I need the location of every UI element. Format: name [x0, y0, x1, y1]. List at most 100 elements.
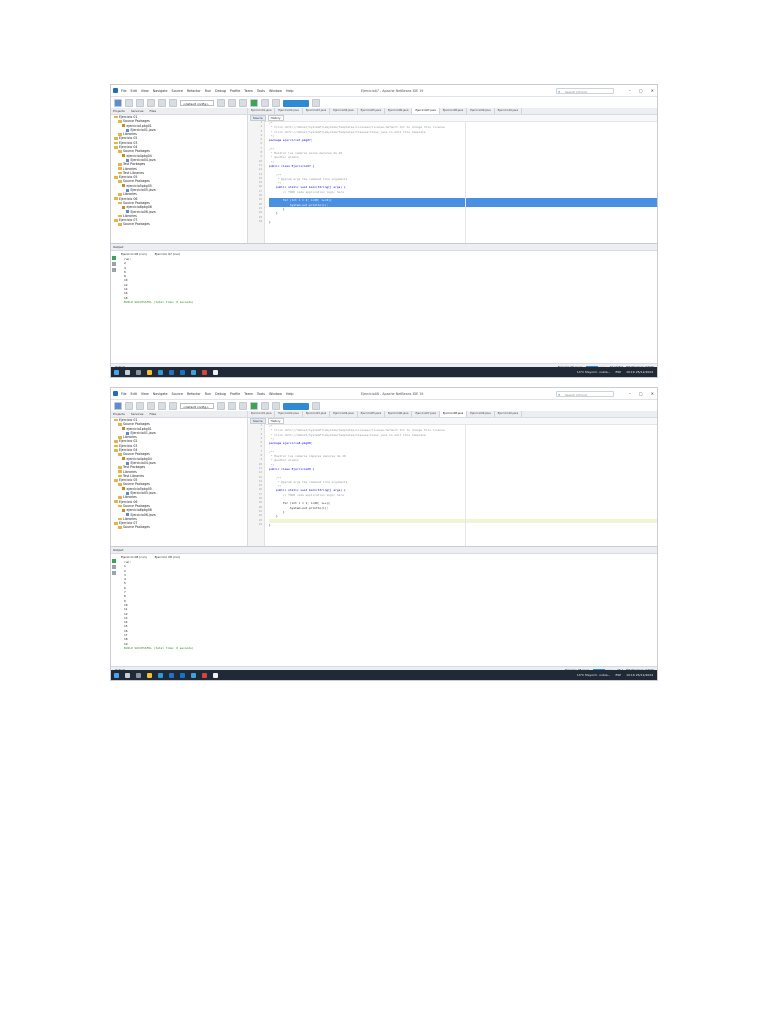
netbeans-task-icon[interactable]	[213, 369, 218, 375]
file-tab[interactable]: Ejercicio04.java	[330, 108, 358, 114]
menu-item[interactable]: Run	[205, 89, 211, 93]
settings-icon[interactable]	[217, 402, 225, 410]
mail-icon[interactable]	[180, 672, 185, 678]
menu-item[interactable]: Profile	[230, 89, 240, 93]
menu-item[interactable]: Source	[172, 392, 183, 396]
rerun-icon[interactable]	[112, 559, 116, 563]
menu-item[interactable]: File	[121, 392, 127, 396]
clean-build-button[interactable]	[239, 402, 247, 410]
file-tab[interactable]: Ejercicio06.java	[385, 411, 413, 417]
browser-icon[interactable]	[191, 369, 196, 375]
minimize-icon[interactable]: –	[629, 88, 631, 93]
edge-icon[interactable]	[158, 369, 163, 375]
weather-text[interactable]: 10°C Mayorm. nubla...	[577, 370, 611, 374]
panel-tab[interactable]: Projects	[113, 412, 125, 416]
file-tab[interactable]: Ejercicio03.java	[303, 411, 331, 417]
tree-item[interactable]: Source Packages	[111, 222, 247, 226]
save-all-button[interactable]	[147, 402, 155, 410]
clear-icon[interactable]	[112, 571, 116, 575]
save-all-button[interactable]	[147, 99, 155, 107]
open-project-button[interactable]	[136, 402, 144, 410]
windows-start-icon[interactable]	[114, 369, 119, 375]
search-input[interactable]: ⌕ Search (Ctrl+I)	[556, 390, 614, 397]
file-tab[interactable]: Ejercicio07.java	[412, 411, 440, 417]
file-explorer-icon[interactable]	[147, 369, 152, 375]
config-select[interactable]: <default config>	[180, 403, 214, 409]
rerun-icon[interactable]	[112, 256, 116, 260]
code-line[interactable]: }	[269, 220, 657, 224]
settings-icon[interactable]	[217, 99, 225, 107]
menu-item[interactable]: Navigate	[153, 392, 168, 396]
menu-item[interactable]: Tools	[257, 89, 265, 93]
menu-item[interactable]: Tools	[257, 392, 265, 396]
new-file-button[interactable]	[125, 99, 133, 107]
menu-item[interactable]: Run	[205, 392, 211, 396]
panel-tab[interactable]: Files	[149, 109, 156, 113]
new-project-button[interactable]	[114, 99, 122, 107]
task-view-icon[interactable]	[136, 369, 141, 375]
build-button[interactable]	[228, 402, 236, 410]
store-icon[interactable]	[169, 369, 174, 375]
menu-item[interactable]: Debug	[215, 89, 226, 93]
memory-indicator[interactable]	[283, 402, 309, 410]
search-icon[interactable]	[125, 369, 130, 375]
menu-item[interactable]: View	[141, 89, 149, 93]
menu-item[interactable]: Window	[269, 392, 282, 396]
panel-tab[interactable]: Files	[149, 412, 156, 416]
mail-icon[interactable]	[180, 369, 185, 375]
maximize-icon[interactable]: ▢	[639, 391, 643, 396]
panel-tab[interactable]: Projects	[113, 109, 125, 113]
file-tab[interactable]: Ejercicio05.java	[358, 108, 386, 114]
close-icon[interactable]: ✕	[651, 391, 654, 396]
code-lines[interactable]: /* * Click nbfs://nbhost/SystemFileSyste…	[265, 121, 657, 243]
menu-item[interactable]: Team	[244, 392, 253, 396]
config-select[interactable]: <default config>	[180, 100, 214, 106]
stop-icon[interactable]	[112, 565, 116, 569]
new-file-button[interactable]	[125, 402, 133, 410]
panel-tab[interactable]: Services	[131, 109, 144, 113]
menu-item[interactable]: Refactor	[187, 89, 201, 93]
minimize-icon[interactable]: –	[629, 391, 631, 396]
windows-start-icon[interactable]	[114, 672, 119, 678]
file-tab[interactable]: Ejercicio02.java	[275, 108, 303, 114]
file-tab[interactable]: Ejercicio04.java	[330, 411, 358, 417]
gc-button[interactable]	[312, 402, 320, 410]
code-area[interactable]: 1 2 3 4 5 6 7 8 9 10 11 12 13 14 15 16 17 18 19 20 21 22 23 24 …	[248, 424, 657, 546]
debug-button[interactable]	[261, 402, 269, 410]
edge-icon[interactable]	[158, 672, 163, 678]
store-icon[interactable]	[169, 672, 174, 678]
file-tab[interactable]: Ejercicio06.java	[385, 108, 413, 114]
menu-item[interactable]: Source	[172, 89, 183, 93]
file-tab[interactable]: Ejercicio10.java	[495, 108, 523, 114]
run-button[interactable]	[250, 402, 258, 410]
file-tab[interactable]: Ejercicio10.java	[495, 411, 523, 417]
language-indicator[interactable]: ESP	[615, 673, 621, 677]
browser-icon[interactable]	[191, 672, 196, 678]
file-tab[interactable]: Ejercicio07.java	[412, 108, 440, 114]
menu-item[interactable]: Debug	[215, 392, 226, 396]
menu-item[interactable]: Window	[269, 89, 282, 93]
memory-indicator[interactable]	[283, 99, 309, 107]
clear-icon[interactable]	[112, 268, 116, 272]
close-icon[interactable]: ✕	[651, 88, 654, 93]
file-tab[interactable]: Ejercicio03.java	[303, 108, 331, 114]
debug-button[interactable]	[261, 99, 269, 107]
profile-button[interactable]	[272, 402, 280, 410]
file-tab[interactable]: Ejercicio09.java	[467, 108, 495, 114]
file-tab[interactable]: Ejercicio01.java	[248, 411, 276, 417]
stop-icon[interactable]	[112, 262, 116, 266]
maximize-icon[interactable]: ▢	[639, 88, 643, 93]
menu-item[interactable]: File	[121, 89, 127, 93]
menu-item[interactable]: View	[141, 392, 149, 396]
search-input[interactable]: ⌕ Search (Ctrl+I)	[556, 87, 614, 94]
code-line[interactable]: }	[269, 523, 657, 527]
open-project-button[interactable]	[136, 99, 144, 107]
file-tab[interactable]: Ejercicio08.java	[439, 411, 468, 417]
search-icon[interactable]	[125, 672, 130, 678]
menu-item[interactable]: Help	[286, 89, 294, 93]
clock[interactable]: 10:16 25/11/2024	[626, 673, 653, 677]
language-indicator[interactable]: ESP	[615, 370, 621, 374]
build-button[interactable]	[228, 99, 236, 107]
weather-text[interactable]: 10°C Mayorm. nubla...	[577, 673, 611, 677]
tree-item[interactable]: Source Packages	[111, 525, 247, 529]
